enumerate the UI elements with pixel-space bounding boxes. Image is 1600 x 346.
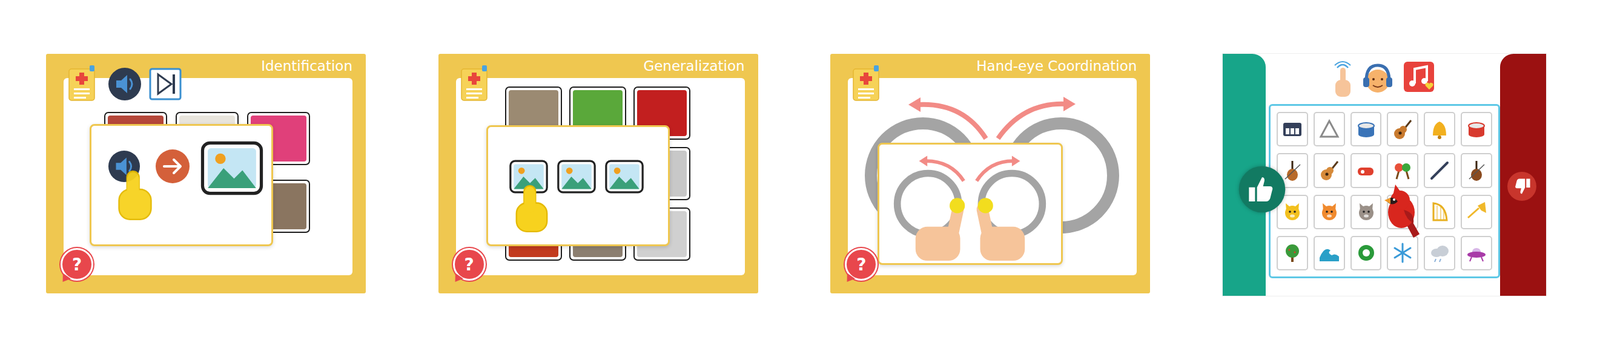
guitar-icon bbox=[1390, 117, 1415, 142]
mode-icons bbox=[1268, 53, 1501, 105]
cardinal-bird-icon[interactable] bbox=[1379, 183, 1424, 240]
face-icon bbox=[1280, 199, 1305, 225]
screen: Identification ?Generalization ?Hand-eye… bbox=[0, 0, 1600, 346]
symbol-grid bbox=[1268, 104, 1501, 279]
lesson-header: Identification bbox=[63, 53, 353, 79]
drum-icon bbox=[1464, 117, 1489, 142]
left-hand-icon bbox=[915, 198, 966, 262]
clipboard-icon[interactable] bbox=[850, 64, 882, 102]
clipboard-icon[interactable] bbox=[459, 64, 490, 102]
help-button[interactable]: ? bbox=[60, 248, 94, 281]
symbol-cell[interactable] bbox=[1423, 195, 1456, 230]
symbol-cell[interactable] bbox=[1313, 153, 1346, 188]
ufo-icon bbox=[1464, 241, 1489, 266]
symbol-cell[interactable] bbox=[1386, 112, 1419, 147]
symbol-cell[interactable] bbox=[1460, 153, 1493, 188]
lesson-title: Identification bbox=[261, 58, 353, 74]
harp-icon bbox=[1427, 199, 1452, 225]
symbol-cell[interactable] bbox=[1460, 195, 1493, 230]
instruction-overlay bbox=[89, 124, 274, 247]
symbol-cell[interactable] bbox=[1423, 112, 1456, 147]
board-panel bbox=[1222, 53, 1547, 297]
lesson-panel: Hand-eye Coordination ? bbox=[830, 53, 1151, 294]
arrow-icon bbox=[155, 148, 191, 185]
right-hand-icon bbox=[975, 198, 1026, 262]
board-content bbox=[1265, 53, 1501, 297]
violin-icon bbox=[1280, 158, 1305, 183]
symbol-cell[interactable] bbox=[1276, 112, 1309, 147]
guitar-icon bbox=[1317, 158, 1342, 183]
lesson-title: Hand-eye Coordination bbox=[976, 58, 1137, 74]
wave-icon bbox=[1317, 241, 1342, 266]
symbol-cell[interactable] bbox=[1313, 195, 1346, 230]
symbol-cell[interactable] bbox=[1350, 153, 1382, 188]
symbol-cell[interactable] bbox=[1423, 153, 1456, 188]
face-icon bbox=[1354, 199, 1379, 225]
flute-icon bbox=[1427, 158, 1452, 183]
image-icon bbox=[604, 159, 645, 194]
cloud-icon bbox=[1427, 241, 1452, 266]
tri-icon bbox=[1317, 117, 1342, 142]
thumbs-up-icon[interactable] bbox=[1237, 165, 1287, 214]
tree-icon bbox=[1280, 241, 1305, 266]
pointing-hand-icon bbox=[114, 169, 156, 222]
trumpet-icon bbox=[1464, 199, 1489, 225]
music-icon[interactable] bbox=[1402, 60, 1437, 99]
left-arrow bbox=[918, 104, 986, 139]
lesson-header: Hand-eye Coordination bbox=[847, 53, 1137, 79]
symbol-cell[interactable] bbox=[1386, 236, 1419, 271]
headphones-icon[interactable] bbox=[1361, 60, 1395, 99]
maraca-icon bbox=[1390, 158, 1415, 183]
violin-icon bbox=[1464, 158, 1489, 183]
ring-icon bbox=[1354, 241, 1379, 266]
instruction-overlay bbox=[877, 142, 1063, 266]
lesson-panel: Identification ? bbox=[46, 53, 366, 294]
image-icon bbox=[200, 140, 264, 197]
skip-icon[interactable] bbox=[148, 67, 183, 102]
help-button[interactable]: ? bbox=[452, 248, 486, 281]
two-hands-diagram bbox=[879, 144, 1062, 264]
symbol-cell[interactable] bbox=[1460, 112, 1493, 147]
symbol-cell[interactable] bbox=[1460, 236, 1493, 271]
speaker-icon[interactable] bbox=[107, 67, 142, 102]
face-icon bbox=[1317, 199, 1342, 225]
pointing-hand-icon bbox=[512, 184, 552, 234]
drum-icon bbox=[1354, 117, 1379, 142]
piano-icon bbox=[1280, 117, 1305, 142]
symbol-cell[interactable] bbox=[1350, 195, 1382, 230]
symbol-cell[interactable] bbox=[1276, 236, 1309, 271]
tap-hand-icon[interactable] bbox=[1332, 60, 1353, 99]
clipboard-icon[interactable] bbox=[66, 64, 97, 102]
snow-icon bbox=[1390, 241, 1415, 266]
symbol-cell[interactable] bbox=[1350, 236, 1382, 271]
right-arrow bbox=[998, 104, 1066, 139]
lesson-header: Generalization bbox=[456, 53, 745, 79]
lesson-panel: Generalization ? bbox=[438, 53, 759, 294]
help-button[interactable]: ? bbox=[844, 248, 878, 281]
lesson-title: Generalization bbox=[643, 58, 745, 74]
thumbs-down-icon[interactable] bbox=[1506, 171, 1538, 202]
symbol-cell[interactable] bbox=[1313, 236, 1346, 271]
symbol-cell[interactable] bbox=[1423, 236, 1456, 271]
instruction-overlay bbox=[486, 125, 670, 247]
image-icon bbox=[556, 159, 597, 194]
symbol-cell[interactable] bbox=[1386, 153, 1419, 188]
whistle-icon bbox=[1354, 158, 1379, 183]
symbol-cell[interactable] bbox=[1350, 112, 1382, 147]
image-row bbox=[488, 127, 668, 194]
symbol-cell[interactable] bbox=[1313, 112, 1346, 147]
bell-icon bbox=[1427, 117, 1452, 142]
